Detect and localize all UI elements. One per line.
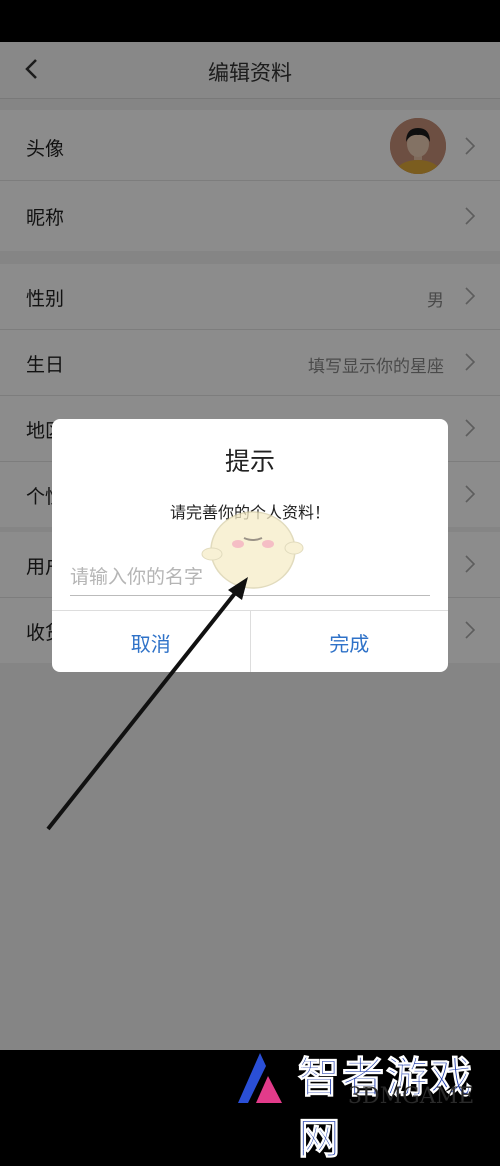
cancel-button[interactable]: 取消 xyxy=(52,611,250,672)
watermark: 智者游戏网 3DMGAME xyxy=(228,1044,500,1164)
dialog-title: 提示 xyxy=(224,447,275,476)
mascot-sticker xyxy=(201,511,304,589)
dialog-buttons: 取消 完成 xyxy=(52,610,448,672)
edit-profile-screen: 编辑资料 头像 昵称 性别 男 生日 填写显示你的星座 地区 用户 提示 请输入… xyxy=(0,42,500,1050)
watermark-logo-icon xyxy=(238,1053,282,1103)
watermark-sub: 3DMGAME xyxy=(348,1084,475,1109)
confirm-button[interactable]: 完成 xyxy=(249,611,449,672)
